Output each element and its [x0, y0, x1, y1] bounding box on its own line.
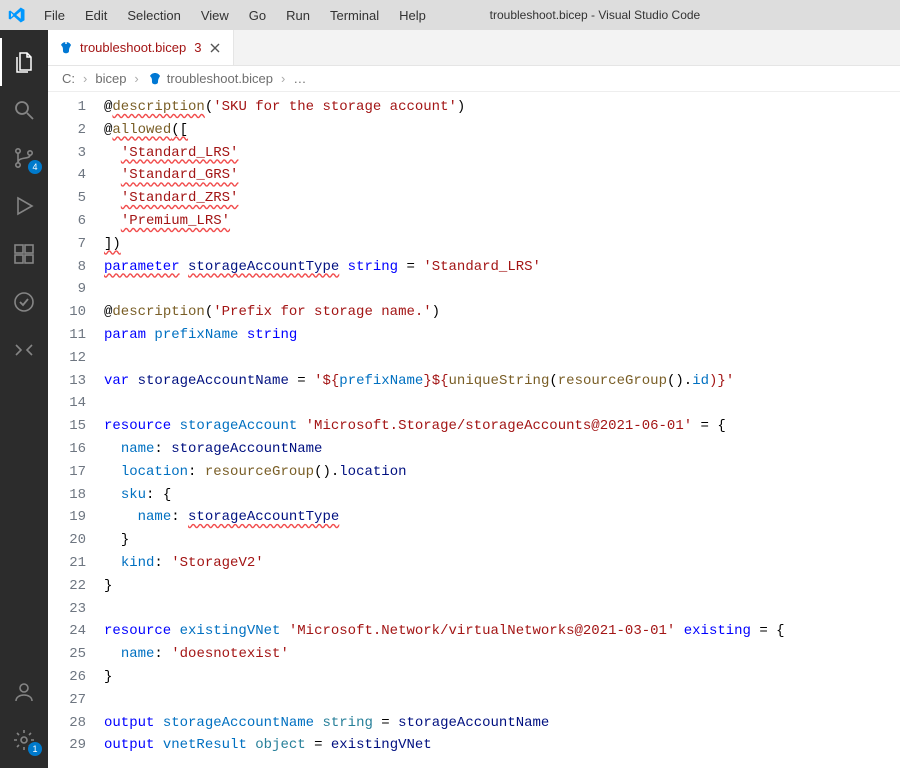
activity-accounts[interactable] — [0, 668, 48, 716]
chevron-right-icon: › — [134, 71, 138, 86]
tab-troubleshoot-bicep[interactable]: troubleshoot.bicep 3 — [48, 30, 234, 65]
code-editor[interactable]: 1234567891011121314151617181920212223242… — [48, 92, 900, 768]
chevron-right-icon: › — [281, 71, 285, 86]
window-title: troubleshoot.bicep - Visual Studio Code — [438, 8, 892, 22]
breadcrumb-seg-0[interactable]: C: — [62, 71, 75, 86]
remote-icon — [12, 338, 36, 362]
menu-view[interactable]: View — [193, 4, 237, 27]
close-icon — [209, 42, 221, 54]
activity-extensions[interactable] — [0, 230, 48, 278]
activity-bar: 4 1 — [0, 30, 48, 768]
bicep-file-icon — [58, 40, 74, 56]
settings-badge: 1 — [28, 742, 42, 756]
tab-problem-count: 3 — [194, 40, 201, 55]
line-number-gutter: 1234567891011121314151617181920212223242… — [48, 92, 104, 768]
extensions-icon — [12, 242, 36, 266]
menu-terminal[interactable]: Terminal — [322, 4, 387, 27]
code-content[interactable]: @description('SKU for the storage accoun… — [104, 92, 900, 768]
menu-help[interactable]: Help — [391, 4, 434, 27]
chevron-right-icon: › — [83, 71, 87, 86]
account-icon — [12, 680, 36, 704]
tab-close-button[interactable] — [207, 40, 223, 56]
vscode-logo-icon — [8, 6, 26, 24]
activity-source-control[interactable]: 4 — [0, 134, 48, 182]
breadcrumb-seg-2[interactable]: troubleshoot.bicep — [167, 71, 273, 86]
editor-area: troubleshoot.bicep 3 C: › bicep › troubl… — [48, 30, 900, 768]
menu-edit[interactable]: Edit — [77, 4, 115, 27]
activity-search[interactable] — [0, 86, 48, 134]
activity-explorer[interactable] — [0, 38, 48, 86]
menu-selection[interactable]: Selection — [119, 4, 188, 27]
files-icon — [12, 50, 36, 74]
tab-filename: troubleshoot.bicep — [80, 40, 186, 55]
bicep-file-icon — [147, 71, 163, 87]
search-icon — [12, 98, 36, 122]
menu-file[interactable]: File — [36, 4, 73, 27]
menu-run[interactable]: Run — [278, 4, 318, 27]
activity-test[interactable] — [0, 278, 48, 326]
breadcrumb-tail: … — [293, 71, 306, 86]
breadcrumb[interactable]: C: › bicep › troubleshoot.bicep › … — [48, 66, 900, 92]
tab-bar: troubleshoot.bicep 3 — [48, 30, 900, 66]
breadcrumb-seg-1[interactable]: bicep — [95, 71, 126, 86]
activity-remote[interactable] — [0, 326, 48, 374]
play-bug-icon — [12, 194, 36, 218]
activity-settings[interactable]: 1 — [0, 716, 48, 764]
activity-run-debug[interactable] — [0, 182, 48, 230]
beaker-check-icon — [12, 290, 36, 314]
title-bar: File Edit Selection View Go Run Terminal… — [0, 0, 900, 30]
menu-go[interactable]: Go — [241, 4, 274, 27]
scm-badge: 4 — [28, 160, 42, 174]
